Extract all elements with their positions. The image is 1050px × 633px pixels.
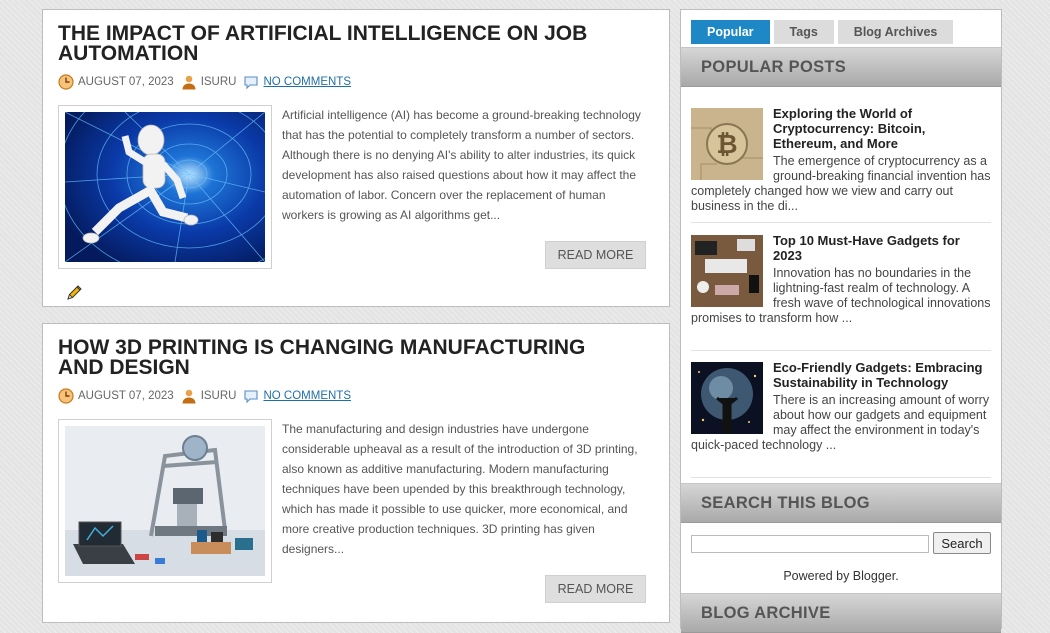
post-thumbnail[interactable] xyxy=(58,105,272,269)
search-input[interactable] xyxy=(691,535,929,553)
comment-icon xyxy=(244,390,259,404)
post-excerpt: Artificial intelligence (AI) has become … xyxy=(282,108,641,222)
bitcoin-thumbnail: ₿ xyxy=(691,108,763,180)
sidebar-tabs: Popular Tags Blog Archives xyxy=(691,20,957,44)
popular-post-item[interactable]: Top 10 Must-Have Gadgets for 2023 Innova… xyxy=(691,233,991,326)
blog-archive-heading: BLOG ARCHIVE xyxy=(681,593,1001,633)
ai-robot-image xyxy=(65,112,265,262)
user-icon xyxy=(182,389,196,404)
svg-text:₿: ₿ xyxy=(716,129,737,159)
clock-icon xyxy=(58,388,74,404)
read-more-button[interactable]: READ MORE xyxy=(545,575,646,603)
clock-icon xyxy=(58,74,74,90)
popular-post-item[interactable]: ₿ Exploring the World of Cryptocurrency:… xyxy=(691,106,991,214)
eco-gadgets-thumbnail xyxy=(691,362,763,434)
blog-post-2: HOW 3D PRINTING IS CHANGING MANUFACTURIN… xyxy=(42,323,670,623)
read-more-button[interactable]: READ MORE xyxy=(545,241,646,269)
post-title[interactable]: HOW 3D PRINTING IS CHANGING MANUFACTURIN… xyxy=(58,337,618,378)
post-author: ISURU xyxy=(200,390,237,402)
divider xyxy=(691,222,991,223)
tab-tags[interactable]: Tags xyxy=(773,20,834,44)
post-meta: AUGUST 07, 2023 ISURU NO COMMENTS xyxy=(58,73,351,91)
popular-posts-heading: POPULAR POSTS xyxy=(681,47,1001,87)
post-author: ISURU xyxy=(200,76,237,88)
post-date: AUGUST 07, 2023 xyxy=(78,390,174,402)
gadgets-thumbnail xyxy=(691,235,763,307)
user-icon xyxy=(182,75,196,90)
post-thumbnail[interactable] xyxy=(58,419,272,583)
comments-link[interactable]: NO COMMENTS xyxy=(263,76,351,88)
divider xyxy=(691,350,991,351)
post-excerpt: The manufacturing and design industries … xyxy=(282,422,638,556)
search-button[interactable]: Search xyxy=(933,532,991,554)
popular-post-item[interactable]: Eco-Friendly Gadgets: Embracing Sustaina… xyxy=(691,360,991,453)
comment-icon xyxy=(244,76,259,90)
tab-popular[interactable]: Popular xyxy=(691,20,770,44)
3d-printer-image xyxy=(65,426,265,576)
tab-blog-archives[interactable]: Blog Archives xyxy=(837,20,954,44)
comments-link[interactable]: NO COMMENTS xyxy=(263,390,351,402)
divider xyxy=(691,477,991,478)
blog-post-1: THE IMPACT OF ARTIFICIAL INTELLIGENCE ON… xyxy=(42,9,670,307)
sidebar: Popular Tags Blog Archives POPULAR POSTS… xyxy=(680,9,1002,633)
search-heading: SEARCH THIS BLOG xyxy=(681,483,1001,523)
edit-pencil-icon[interactable] xyxy=(65,284,83,302)
post-meta: AUGUST 07, 2023 ISURU NO COMMENTS xyxy=(58,387,351,405)
post-title[interactable]: THE IMPACT OF ARTIFICIAL INTELLIGENCE ON… xyxy=(58,23,618,64)
post-date: AUGUST 07, 2023 xyxy=(78,76,174,88)
powered-by-text: Powered by Blogger. xyxy=(783,569,899,583)
